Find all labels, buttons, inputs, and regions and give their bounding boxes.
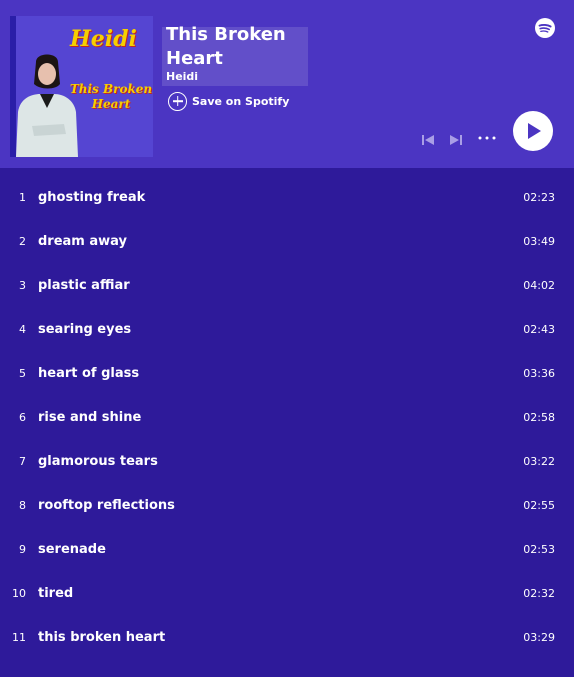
play-icon (528, 123, 541, 139)
cover-artist-text: Heidi (70, 26, 137, 52)
track-row[interactable]: 2 dream away 03:49 (0, 220, 574, 264)
track-title: this broken heart (38, 630, 166, 645)
track-number: 9 (19, 543, 26, 556)
track-duration: 02:23 (523, 191, 555, 204)
track-row[interactable]: 9 serenade 02:53 (0, 528, 574, 572)
track-title: ghosting freak (38, 190, 146, 205)
track-title: searing eyes (38, 322, 132, 337)
track-row[interactable]: 11 this broken heart 03:29 (0, 616, 574, 660)
track-number: 2 (19, 235, 26, 248)
track-title: rise and shine (38, 410, 142, 425)
album-title[interactable]: This Broken Heart (166, 23, 306, 71)
track-duration: 02:55 (523, 499, 555, 512)
cover-title-text: This Broken Heart (69, 82, 153, 111)
track-row[interactable]: 10 tired 02:32 (0, 572, 574, 616)
track-number: 3 (19, 279, 26, 292)
track-title: rooftop reflections (38, 498, 175, 513)
play-button[interactable] (513, 111, 553, 151)
spotify-embed-player: Heidi This Broken Heart This Broken Hear… (0, 0, 574, 677)
track-duration: 04:02 (523, 279, 555, 292)
track-row[interactable]: 1 ghosting freak 02:23 (0, 176, 574, 220)
track-number: 5 (19, 367, 26, 380)
track-row[interactable]: 8 rooftop reflections 02:55 (0, 484, 574, 528)
track-duration: 02:58 (523, 411, 555, 424)
save-label: Save on Spotify (192, 94, 290, 108)
track-list: 1 ghosting freak 02:23 2 dream away 03:49 3 pla… (0, 176, 574, 660)
artist-name[interactable]: Heidi (166, 70, 198, 83)
track-duration: 03:49 (523, 235, 555, 248)
track-number: 7 (19, 455, 26, 468)
track-title: dream away (38, 234, 128, 249)
skip-back-icon[interactable] (420, 132, 436, 148)
spotify-logo-icon[interactable] (535, 18, 555, 38)
save-on-spotify-button[interactable]: Save on Spotify (168, 91, 289, 111)
plus-circle-icon (168, 91, 187, 111)
track-duration: 03:29 (523, 631, 555, 644)
more-dots-icon[interactable] (477, 134, 497, 142)
track-number: 4 (19, 323, 26, 336)
track-title: serenade (38, 542, 106, 557)
player-header: Heidi This Broken Heart This Broken Hear… (0, 0, 574, 168)
track-number: 11 (12, 631, 26, 644)
track-row[interactable]: 3 plastic affiar 04:02 (0, 264, 574, 308)
track-duration: 02:32 (523, 587, 555, 600)
track-duration: 03:22 (523, 455, 555, 468)
track-number: 1 (19, 191, 26, 204)
skip-forward-icon[interactable] (448, 132, 464, 148)
track-duration: 02:43 (523, 323, 555, 336)
track-duration: 03:36 (523, 367, 555, 380)
track-duration: 02:53 (523, 543, 555, 556)
track-number: 8 (19, 499, 26, 512)
track-number: 6 (19, 411, 26, 424)
track-title: plastic affiar (38, 278, 130, 293)
track-row[interactable]: 4 searing eyes 02:43 (0, 308, 574, 352)
track-title: glamorous tears (38, 454, 158, 469)
track-row[interactable]: 6 rise and shine 02:58 (0, 396, 574, 440)
track-row[interactable]: 5 heart of glass 03:36 (0, 352, 574, 396)
track-title: tired (38, 586, 74, 601)
track-number: 10 (12, 587, 26, 600)
track-title: heart of glass (38, 366, 140, 381)
track-row[interactable]: 7 glamorous tears 03:22 (0, 440, 574, 484)
album-cover[interactable]: Heidi This Broken Heart (10, 16, 153, 157)
